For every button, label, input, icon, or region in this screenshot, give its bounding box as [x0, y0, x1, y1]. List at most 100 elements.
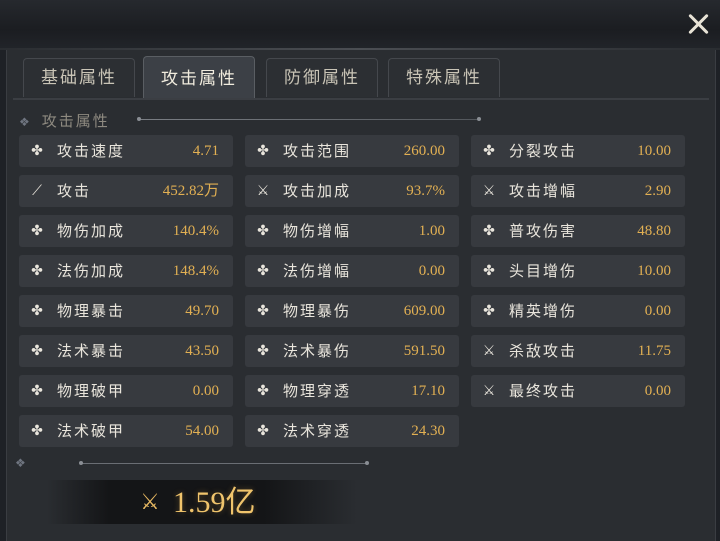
sword-icon: ⚔ — [482, 343, 496, 359]
stat-row: ✤ 物理穿透 17.10 — [245, 375, 459, 407]
stat-row: ✤ 物伤加成 140.4% — [19, 215, 233, 247]
star-icon: ✤ — [257, 423, 269, 439]
sword-icon: ⚔ — [482, 383, 496, 399]
star-icon: ✤ — [257, 303, 269, 319]
star-icon: ✤ — [257, 263, 269, 279]
stat-label: 分裂攻击 — [509, 142, 578, 160]
stat-label: 普攻伤害 — [509, 222, 578, 240]
stat-row: ✤ 物伤增幅 1.00 — [245, 215, 459, 247]
stat-value: 54.00 — [185, 423, 219, 439]
tab-divider — [13, 98, 709, 100]
star-icon: ✤ — [483, 303, 495, 319]
star-icon: ✤ — [31, 223, 43, 239]
stat-row: ⟋ 攻击 452.82万 — [19, 175, 233, 207]
stat-row: ✤ 攻击范围 260.00 — [245, 135, 459, 167]
stat-label: 最终攻击 — [509, 382, 578, 400]
stat-row: ✤ 物理破甲 0.00 — [19, 375, 233, 407]
stat-value: 609.00 — [403, 303, 445, 319]
star-icon: ✤ — [31, 263, 43, 279]
stat-value: 4.71 — [192, 143, 219, 159]
stat-row: ✤ 攻击速度 4.71 — [19, 135, 233, 167]
star-icon: ✤ — [31, 143, 43, 159]
stat-label: 法术暴击 — [57, 342, 126, 360]
stat-value: 93.7% — [406, 183, 445, 199]
stat-row: ✤ 物理暴伤 609.00 — [245, 295, 459, 327]
stat-label: 攻击加成 — [283, 182, 352, 200]
stat-row: ✤ 法术破甲 54.00 — [19, 415, 233, 447]
stat-value: 452.82万 — [162, 183, 219, 199]
tab-special-attributes[interactable]: 特殊属性 — [388, 58, 500, 97]
stat-value: 0.00 — [644, 383, 671, 399]
stat-row: ✤ 法术穿透 24.30 — [245, 415, 459, 447]
stat-label: 物理暴伤 — [283, 302, 352, 320]
stat-row: ✤ 法伤加成 148.4% — [19, 255, 233, 287]
diamond-icon: ❖ — [15, 456, 26, 470]
stat-label: 物伤增幅 — [283, 222, 352, 240]
stat-label: 头目增伤 — [509, 262, 578, 280]
stat-row: ✤ 头目增伤 10.00 — [471, 255, 685, 287]
stat-value: 10.00 — [637, 263, 671, 279]
close-icon[interactable] — [684, 10, 712, 38]
stat-label: 物理破甲 — [57, 382, 126, 400]
stat-label: 法术穿透 — [283, 422, 352, 440]
stat-value: 24.30 — [411, 423, 445, 439]
sword-icon: ⚔ — [256, 183, 270, 199]
star-icon: ✤ — [31, 303, 43, 319]
stat-value: 49.70 — [185, 303, 219, 319]
stat-label: 攻击增幅 — [509, 182, 578, 200]
stat-row: ✤ 法伤增幅 0.00 — [245, 255, 459, 287]
stat-value: 591.50 — [403, 343, 445, 359]
star-icon: ✤ — [257, 383, 269, 399]
stat-value: 1.00 — [418, 223, 445, 239]
stat-label: 物理穿透 — [283, 382, 352, 400]
sword-icon: ⚔ — [482, 183, 496, 199]
stat-row: ✤ 法术暴伤 591.50 — [245, 335, 459, 367]
stat-value: 43.50 — [185, 343, 219, 359]
stat-value: 48.80 — [637, 223, 671, 239]
star-icon: ✤ — [483, 223, 495, 239]
stat-value: 10.00 — [637, 143, 671, 159]
tab-basic-attributes[interactable]: 基础属性 — [23, 58, 135, 97]
star-icon: ✤ — [483, 263, 495, 279]
blade-icon: ⟋ — [32, 183, 42, 199]
combat-power-value: 1.59亿 — [173, 486, 256, 519]
stat-value: 140.4% — [172, 223, 219, 239]
star-icon: ✤ — [31, 423, 43, 439]
stat-row: ⚔ 杀敌攻击 11.75 — [471, 335, 685, 367]
stat-row: ⚔ 攻击增幅 2.90 — [471, 175, 685, 207]
tab-defense-attributes[interactable]: 防御属性 — [266, 58, 378, 97]
stat-row: ✤ 分裂攻击 10.00 — [471, 135, 685, 167]
stat-value: 0.00 — [192, 383, 219, 399]
combat-power-bar: ⚔ 1.59亿 — [47, 480, 357, 524]
star-icon: ✤ — [257, 343, 269, 359]
window-header — [0, 0, 720, 50]
star-icon: ✤ — [257, 223, 269, 239]
crossed-swords-icon: ⚔ — [140, 490, 160, 515]
stat-label: 杀敌攻击 — [509, 342, 578, 360]
star-icon: ✤ — [31, 343, 43, 359]
stat-label: 法术破甲 — [57, 422, 126, 440]
stat-value: 2.90 — [644, 183, 671, 199]
diamond-icon: ❖ — [19, 115, 32, 129]
stat-value: 0.00 — [644, 303, 671, 319]
stat-row: ✤ 普攻伤害 48.80 — [471, 215, 685, 247]
stat-label: 法伤增幅 — [283, 262, 352, 280]
stat-row: ⚔ 攻击加成 93.7% — [245, 175, 459, 207]
stat-row: ✤ 法术暴击 43.50 — [19, 335, 233, 367]
stat-label: 物伤加成 — [57, 222, 126, 240]
stat-label: 攻击范围 — [283, 142, 352, 160]
section-divider — [137, 117, 481, 121]
footer-divider — [79, 461, 369, 465]
stat-row: ✤ 物理暴击 49.70 — [19, 295, 233, 327]
tab-attack-attributes[interactable]: 攻击属性 — [143, 56, 255, 99]
stat-value: 148.4% — [172, 263, 219, 279]
stat-value: 17.10 — [411, 383, 445, 399]
stat-value: 0.00 — [418, 263, 445, 279]
stat-label: 攻击 — [57, 182, 92, 200]
star-icon: ✤ — [257, 143, 269, 159]
attribute-panel: 基础属性 攻击属性 防御属性 特殊属性 ❖ 攻击属性 ✤ 攻击速度 4.71 ⟋ 攻击 45… — [6, 50, 716, 541]
stat-label: 攻击速度 — [57, 142, 126, 160]
stat-label: 物理暴击 — [57, 302, 126, 320]
stat-value: 11.75 — [637, 343, 671, 359]
stat-row: ✤ 精英增伤 0.00 — [471, 295, 685, 327]
